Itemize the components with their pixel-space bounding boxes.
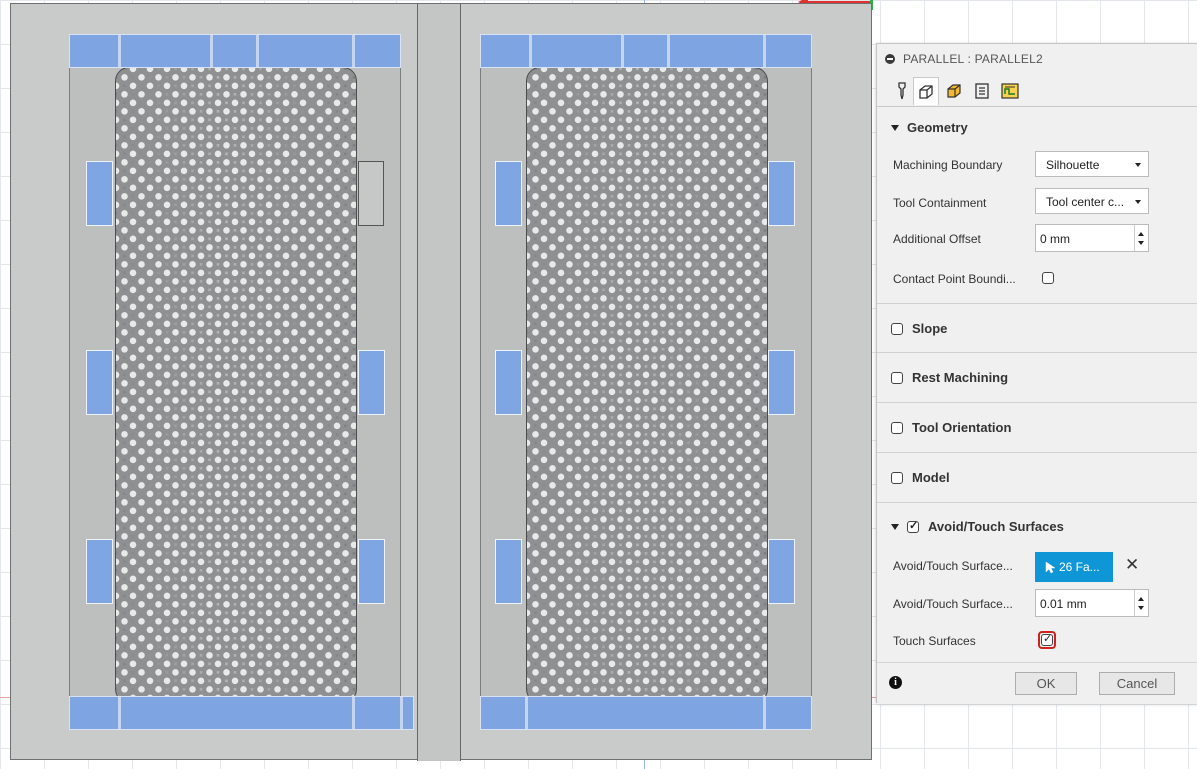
section-model-header[interactable]: Model xyxy=(891,470,950,485)
section-divider xyxy=(877,352,1197,353)
selected-face-bottom-left[interactable] xyxy=(69,696,414,730)
collapse-icon[interactable] xyxy=(885,54,895,64)
touch-surfaces-checkbox[interactable]: ✓ xyxy=(1041,633,1053,646)
selected-face-tab[interactable] xyxy=(495,161,522,226)
section-slope-header[interactable]: Slope xyxy=(891,321,947,336)
selected-face-tab[interactable] xyxy=(358,539,385,604)
selected-face-tab[interactable] xyxy=(768,350,795,415)
selected-face-tab[interactable] xyxy=(86,539,113,604)
section-avoid-touch-header[interactable]: ✓ Avoid/Touch Surfaces xyxy=(891,519,1064,534)
tab-heights[interactable] xyxy=(941,77,967,105)
center-divider-wall xyxy=(417,4,461,761)
tool-icon xyxy=(898,82,906,100)
selected-face-tab[interactable] xyxy=(86,350,113,415)
tool-containment-label: Tool Containment xyxy=(893,196,987,210)
tab-passes[interactable] xyxy=(969,77,995,105)
caret-down-icon xyxy=(891,124,899,131)
dialog-footer: i OK Cancel xyxy=(877,662,1197,704)
parallel-operation-dialog: PARALLEL : PARALLEL2 Geometry Machining … xyxy=(876,43,1197,704)
selected-face-tab[interactable] xyxy=(86,161,113,226)
geometry-icon xyxy=(919,84,933,99)
section-divider xyxy=(877,402,1197,403)
contact-point-boundary-label: Contact Point Boundi... xyxy=(893,272,1016,286)
section-tool-orientation-header[interactable]: Tool Orientation xyxy=(891,420,1011,435)
checkmark-icon: ✓ xyxy=(1043,633,1053,645)
section-tool-orientation-label: Tool Orientation xyxy=(912,420,1012,435)
info-icon[interactable]: i xyxy=(889,676,902,689)
selected-face-tab[interactable] xyxy=(768,161,795,226)
section-rest-machining-header[interactable]: Rest Machining xyxy=(891,370,1008,385)
dialog-title-bar[interactable]: PARALLEL : PARALLEL2 xyxy=(877,44,1197,74)
section-rest-machining-label: Rest Machining xyxy=(912,370,1009,385)
touch-surfaces-label: Touch Surfaces xyxy=(893,634,976,648)
tool-containment-value: Tool center c... xyxy=(1046,195,1125,209)
section-slope-label: Slope xyxy=(912,321,948,336)
section-geometry-label: Geometry xyxy=(907,120,968,135)
checkmark-icon: ✓ xyxy=(909,519,919,532)
offset-spinner[interactable] xyxy=(1134,225,1148,251)
avoid-touch-clearance-input[interactable]: 0.01 mm xyxy=(1035,589,1149,617)
cancel-button[interactable]: Cancel xyxy=(1099,672,1175,695)
part-model[interactable] xyxy=(10,3,872,761)
dialog-content: Geometry Machining Boundary Silhouette T… xyxy=(877,107,1197,662)
selected-face-tab[interactable] xyxy=(495,539,522,604)
passes-icon xyxy=(975,83,989,99)
avoid-touch-checkbox[interactable]: ✓ xyxy=(907,519,919,533)
contact-point-boundary-checkbox[interactable] xyxy=(1042,272,1054,284)
avoid-touch-surfaces-value: 26 Fa... xyxy=(1059,560,1100,574)
selected-face-tab[interactable] xyxy=(768,539,795,604)
section-geometry-header[interactable]: Geometry xyxy=(891,120,968,135)
selected-face-tab[interactable] xyxy=(495,350,522,415)
dropdown-arrow-icon xyxy=(1135,200,1141,204)
avoid-touch-clearance-label: Avoid/Touch Surface... xyxy=(893,597,1013,611)
machining-boundary-select[interactable]: Silhouette xyxy=(1035,151,1149,177)
spin-down-icon xyxy=(1138,241,1144,245)
additional-offset-label: Additional Offset xyxy=(893,232,981,246)
caret-down-icon xyxy=(891,523,899,530)
model-checkbox[interactable] xyxy=(891,471,903,484)
spin-down-icon xyxy=(1138,606,1144,610)
section-divider xyxy=(877,502,1197,503)
section-model-label: Model xyxy=(912,470,950,485)
heights-icon xyxy=(947,84,961,98)
section-divider xyxy=(877,303,1197,304)
machining-boundary-label: Machining Boundary xyxy=(893,158,1003,172)
clear-selection-icon[interactable]: ✕ xyxy=(1125,555,1139,575)
avoid-touch-surfaces-select-button[interactable]: 26 Fa... xyxy=(1035,552,1113,582)
tab-linking[interactable] xyxy=(997,77,1023,105)
perforated-cylinder-left[interactable] xyxy=(115,67,357,703)
section-divider xyxy=(877,452,1197,453)
slope-checkbox[interactable] xyxy=(891,322,903,335)
additional-offset-value: 0 mm xyxy=(1040,232,1070,246)
spin-up-icon xyxy=(1138,232,1144,236)
operation-tabs xyxy=(877,74,1197,107)
ok-button[interactable]: OK xyxy=(1015,672,1077,695)
selected-face-top-left[interactable] xyxy=(69,34,401,68)
avoid-touch-surfaces-label: Avoid/Touch Surface... xyxy=(893,559,1013,573)
section-avoid-touch-label: Avoid/Touch Surfaces xyxy=(928,519,1064,534)
selected-face-top-right[interactable] xyxy=(480,34,812,68)
rest-machining-checkbox[interactable] xyxy=(891,371,903,384)
tool-containment-select[interactable]: Tool center c... xyxy=(1035,188,1149,214)
linking-icon xyxy=(1001,83,1019,99)
tool-orientation-checkbox[interactable] xyxy=(891,421,903,434)
unselected-face-tab[interactable] xyxy=(358,161,384,226)
dialog-title: PARALLEL : PARALLEL2 xyxy=(903,52,1043,66)
tab-geometry[interactable] xyxy=(913,77,939,105)
additional-offset-input[interactable]: 0 mm xyxy=(1035,224,1149,252)
clearance-spinner[interactable] xyxy=(1134,590,1148,616)
spin-up-icon xyxy=(1138,597,1144,601)
dropdown-arrow-icon xyxy=(1135,163,1141,167)
perforated-cylinder-right[interactable] xyxy=(526,67,768,703)
avoid-touch-clearance-value: 0.01 mm xyxy=(1040,597,1087,611)
selected-face-bottom-right[interactable] xyxy=(480,696,812,730)
selected-face-tab[interactable] xyxy=(358,350,385,415)
tab-tool[interactable] xyxy=(889,77,915,105)
cursor-arrow-icon xyxy=(1045,561,1055,573)
machining-boundary-value: Silhouette xyxy=(1046,158,1100,172)
